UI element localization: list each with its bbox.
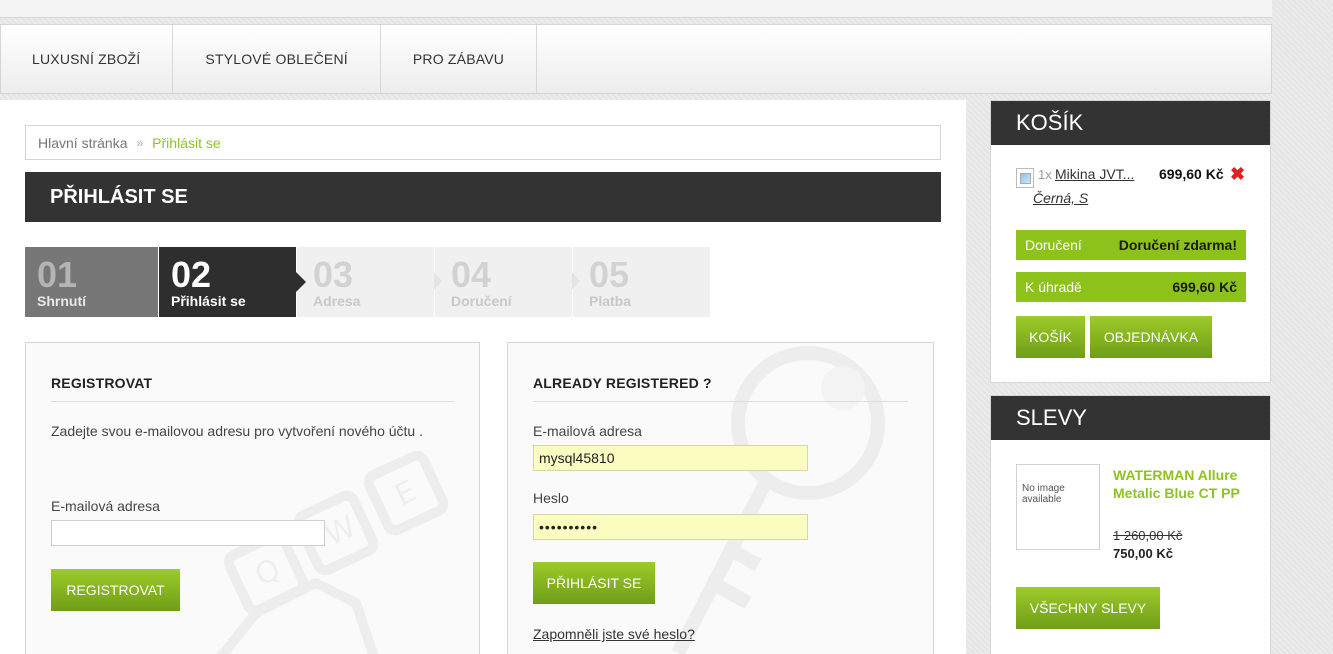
- sales-widget: SLEVY No image available WATERMAN Allure…: [990, 395, 1271, 654]
- step-number: 01: [37, 254, 78, 295]
- step-label: Doručení: [451, 293, 512, 309]
- step-number: 04: [451, 254, 492, 295]
- breadcrumb-current: Přihlásit se: [152, 134, 221, 151]
- cart-button[interactable]: KOŠÍK: [1016, 316, 1085, 358]
- nav-item-stylish-clothing[interactable]: STYLOVÉ OBLEČENÍ: [173, 25, 381, 93]
- main-content: Hlavní stránka » Přihlásit se PŘIHLÁSIT …: [0, 100, 966, 654]
- breadcrumb: Hlavní stránka » Přihlásit se: [25, 125, 941, 160]
- cart-item-quantity: 1x: [1038, 167, 1052, 182]
- register-description: Zadejte svou e-mailovou adresu pro vytvo…: [51, 423, 423, 439]
- cart-item-variant-link[interactable]: Černá, S: [1033, 190, 1088, 206]
- nav-item-fun[interactable]: PRO ZÁBAVU: [381, 25, 538, 93]
- page-title: PŘIHLÁSIT SE: [25, 172, 941, 222]
- login-email-label: E-mailová adresa: [533, 423, 642, 439]
- step-label: Přihlásit se: [171, 293, 246, 309]
- main-navigation: LUXUSNÍ ZBOŽÍ STYLOVÉ OBLEČENÍ PRO ZÁBAV…: [0, 24, 1272, 94]
- svg-text:Q: Q: [250, 552, 286, 594]
- all-sales-button[interactable]: VŠECHNY SLEVY: [1016, 587, 1160, 629]
- shipping-label: Doručení: [1025, 237, 1082, 253]
- product-thumbnail[interactable]: [1016, 168, 1034, 188]
- step-label: Shrnutí: [37, 293, 86, 309]
- step-payment: 05 Platba: [573, 247, 711, 317]
- sale-product-image[interactable]: No image available: [1016, 464, 1100, 550]
- total-label: K úhradě: [1025, 279, 1082, 295]
- step-address: 03 Adresa: [297, 247, 442, 317]
- divider: [51, 401, 454, 402]
- cart-item-price: 699,60 Kč: [1159, 166, 1224, 182]
- svg-text:E: E: [390, 474, 422, 514]
- step-login: 02 Přihlásit se: [159, 247, 306, 317]
- nav-item-luxury-goods[interactable]: LUXUSNÍ ZBOŽÍ: [1, 25, 174, 93]
- login-button[interactable]: PŘIHLÁSIT SE: [533, 562, 655, 604]
- shipping-value: Doručení zdarma!: [1118, 237, 1237, 253]
- cart-item-name-link[interactable]: Mikina JVT...: [1055, 166, 1134, 182]
- sales-title: SLEVY: [991, 396, 1270, 440]
- sale-product-name-link[interactable]: WATERMAN Allure Metalic Blue CT PP: [1113, 466, 1253, 502]
- register-email-input[interactable]: [51, 520, 325, 546]
- top-strip: [0, 0, 1272, 18]
- total-row: K úhradě 699,60 Kč: [1016, 272, 1246, 302]
- svg-text:W: W: [320, 509, 362, 553]
- step-label: Platba: [589, 293, 632, 309]
- cart-title: KOŠÍK: [991, 101, 1270, 145]
- register-button[interactable]: REGISTROVAT: [51, 569, 180, 611]
- remove-item-icon[interactable]: ✖: [1230, 164, 1245, 185]
- step-delivery: 04 Doručení: [435, 247, 580, 317]
- shipping-row: Doručení Doručení zdarma!: [1016, 230, 1246, 260]
- total-value: 699,60 Kč: [1172, 279, 1237, 295]
- login-panel: ALREADY REGISTERED ? E-mailová adresa He…: [507, 342, 934, 654]
- register-email-label: E-mailová adresa: [51, 498, 160, 514]
- cart-widget: KOŠÍK 1x Mikina JVT... Černá, S 699,60 K…: [990, 100, 1271, 383]
- step-number: 05: [589, 254, 630, 295]
- login-email-input[interactable]: [533, 445, 808, 471]
- sale-new-price: 750,00 Kč: [1113, 546, 1173, 561]
- order-button[interactable]: OBJEDNÁVKA: [1090, 316, 1212, 358]
- step-number: 03: [313, 254, 354, 295]
- breadcrumb-home-link[interactable]: Hlavní stránka: [38, 135, 127, 151]
- login-password-label: Heslo: [533, 490, 569, 506]
- register-panel: Q W E REGISTROVAT Zadejte svou e-mailovo…: [25, 342, 480, 654]
- divider: [533, 401, 908, 402]
- step-number: 02: [171, 254, 212, 295]
- breadcrumb-separator: »: [136, 135, 144, 150]
- checkout-steps: 01 Shrnutí 02 Přihlásit se 03 Adresa 04 …: [25, 247, 711, 317]
- forgot-password-link[interactable]: Zapomněli jste své heslo?: [533, 626, 695, 642]
- step-summary[interactable]: 01 Shrnutí: [25, 247, 159, 317]
- login-heading: ALREADY REGISTERED ?: [533, 375, 712, 391]
- login-password-input[interactable]: [533, 514, 808, 540]
- register-heading: REGISTROVAT: [51, 375, 153, 391]
- step-label: Adresa: [313, 293, 361, 309]
- sale-old-price: 1 260,00 Kč: [1113, 528, 1183, 543]
